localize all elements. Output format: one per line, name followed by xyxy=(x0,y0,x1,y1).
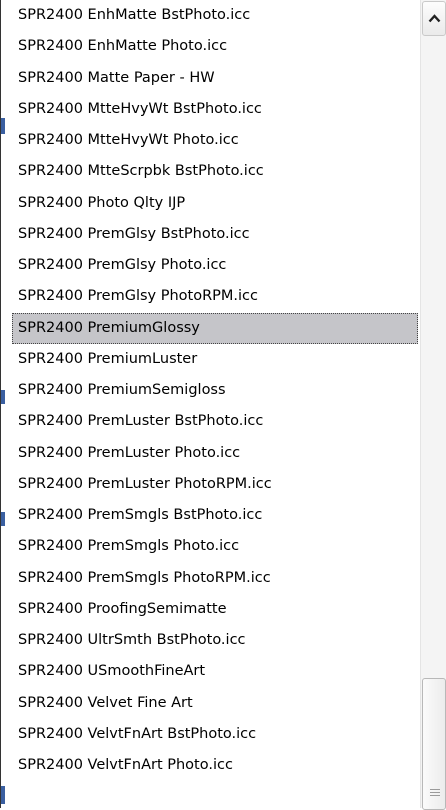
left-edge-mark xyxy=(1,118,5,134)
thumb-grip-line xyxy=(430,789,440,790)
list-item[interactable]: SPR2400 PremSmgls PhotoRPM.icc xyxy=(12,563,418,594)
list-item[interactable]: SPR2400 MtteScrpbk BstPhoto.icc xyxy=(12,156,418,187)
list-item[interactable]: SPR2400 MtteHvyWt Photo.icc xyxy=(12,125,418,156)
list-item[interactable]: SPR2400 PremiumLuster xyxy=(12,344,418,375)
left-edge-mark xyxy=(1,512,5,526)
list-item[interactable]: SPR2400 Matte Paper - HW xyxy=(12,63,418,94)
scroll-up-button[interactable] xyxy=(422,1,446,36)
vertical-scrollbar[interactable] xyxy=(420,0,446,810)
list-item[interactable]: SPR2400 VelvtFnArt Photo.icc xyxy=(12,750,418,781)
list-item[interactable]: SPR2400 ProofingSemimatte xyxy=(12,594,418,625)
left-edge-mark xyxy=(1,786,5,804)
list-item[interactable]: SPR2400 Velvet Fine Art xyxy=(12,688,418,719)
list-item[interactable]: SPR2400 PremGlsy Photo.icc xyxy=(12,250,418,281)
list-item[interactable]: SPR2400 PremGlsy BstPhoto.icc xyxy=(12,219,418,250)
thumb-grip-line xyxy=(430,792,440,793)
list-item[interactable]: SPR2400 PremSmgls BstPhoto.icc xyxy=(12,500,418,531)
list-item[interactable]: SPR2400 PremLuster BstPhoto.icc xyxy=(12,406,418,437)
list-item[interactable]: SPR2400 PremiumSemigloss xyxy=(12,375,418,406)
profile-dropdown-list[interactable]: SPR2400 EnhMatte BstPhoto.icc SPR2400 Enh… xyxy=(0,0,446,810)
list-item[interactable]: SPR2400 PremSmgls Photo.icc xyxy=(12,531,418,562)
list-item[interactable]: SPR2400 PremGlsy PhotoRPM.icc xyxy=(12,281,418,312)
left-edge-mark xyxy=(1,390,5,404)
list-item[interactable]: SPR2400 EnhMatte Photo.icc xyxy=(12,31,418,62)
thumb-grip-line xyxy=(430,795,440,796)
chevron-up-icon xyxy=(428,14,441,23)
list-item[interactable]: SPR2400 PremLuster PhotoRPM.icc xyxy=(12,469,418,500)
list-item[interactable]: SPR2400 UltrSmth BstPhoto.icc xyxy=(12,625,418,656)
list-item[interactable]: SPR2400 Photo Qlty IJP xyxy=(12,188,418,219)
scroll-thumb[interactable] xyxy=(422,678,446,810)
profile-list: SPR2400 EnhMatte BstPhoto.icc SPR2400 Enh… xyxy=(12,0,418,808)
list-item[interactable]: SPR2400 PremiumGlossy xyxy=(12,312,418,344)
list-item[interactable]: SPR2400 PremLuster Photo.icc xyxy=(12,438,418,469)
list-item[interactable]: SPR2400 USmoothFineArt xyxy=(12,656,418,687)
list-item[interactable]: SPR2400 EnhMatte BstPhoto.icc xyxy=(12,0,418,31)
list-item[interactable]: SPR2400 VelvtFnArt BstPhoto.icc xyxy=(12,719,418,750)
list-item[interactable]: SPR2400 MtteHvyWt BstPhoto.icc xyxy=(12,94,418,125)
